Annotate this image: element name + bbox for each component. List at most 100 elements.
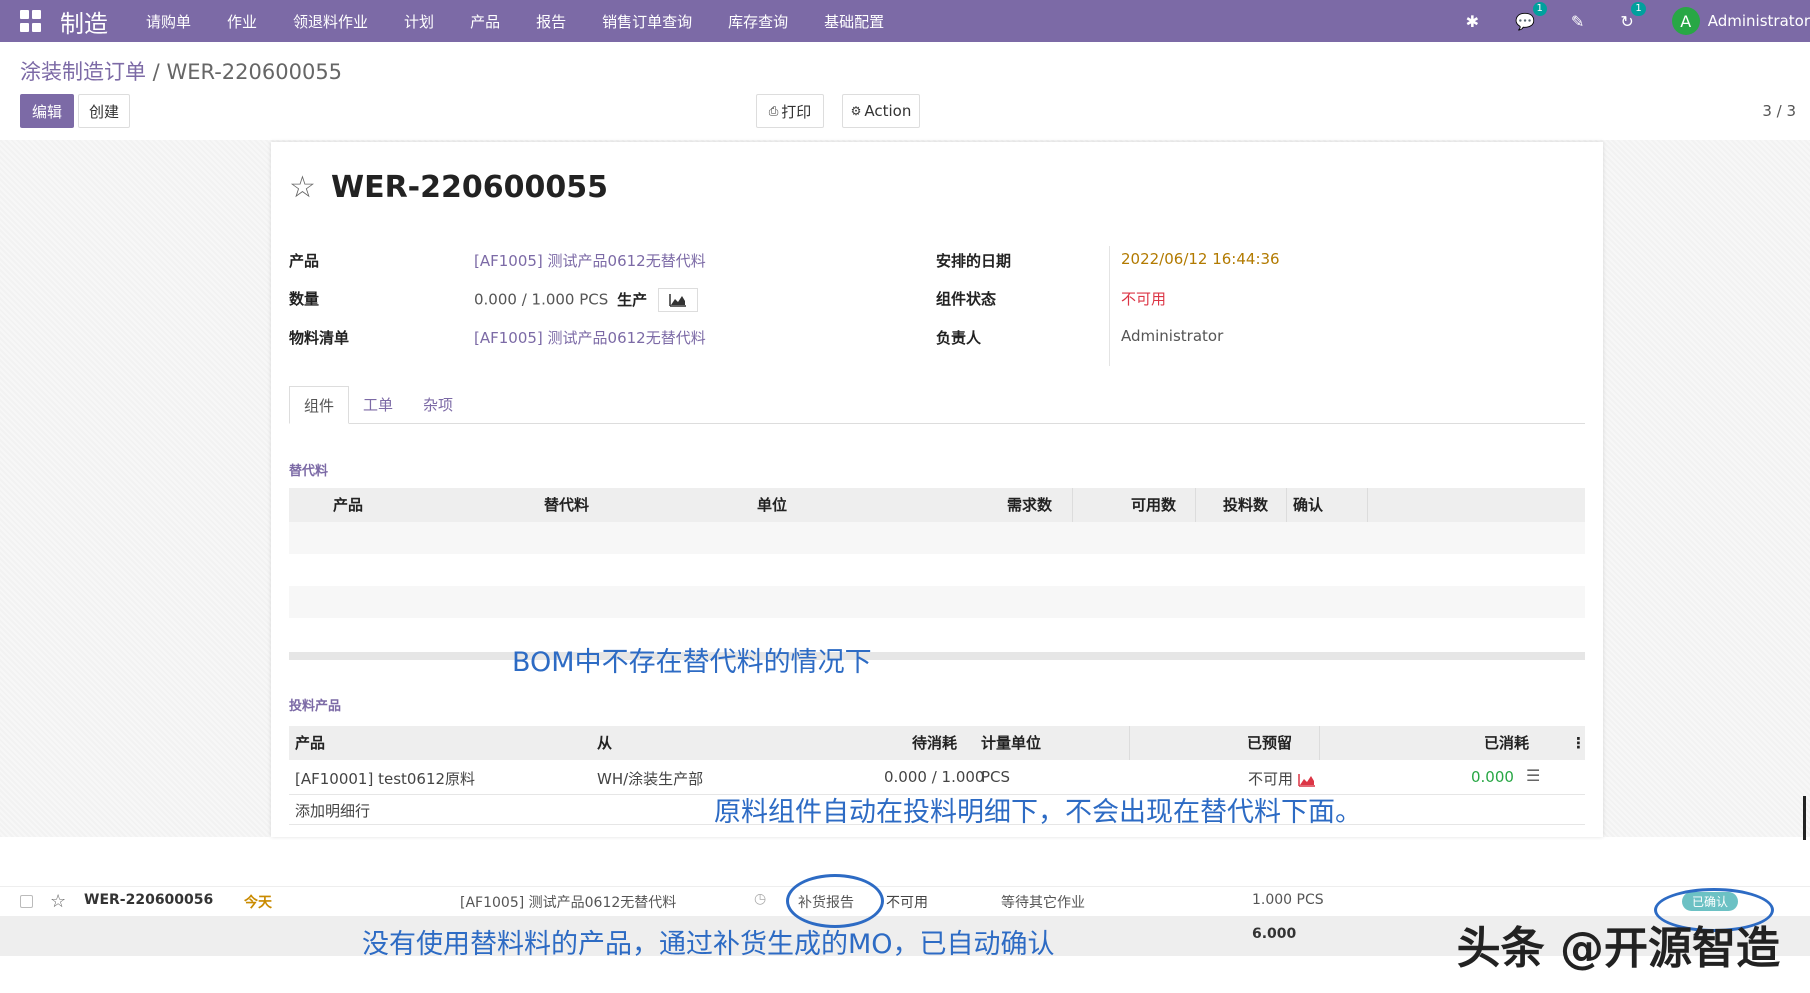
field-scheduled-date-value[interactable]: 2022/06/12 16:44:36 xyxy=(1121,250,1280,268)
clock-icon: ◷ xyxy=(754,891,767,907)
raw-row-reserved: 不可用 xyxy=(1248,768,1316,789)
field-label-component-status: 组件状态 xyxy=(936,290,997,308)
tab-work-orders[interactable]: 工单 xyxy=(349,386,407,424)
print-button[interactable]: ⎙ 打印 xyxy=(756,94,824,128)
field-divider xyxy=(1109,246,1110,366)
field-product-value[interactable]: [AF1005] 测试产品0612无替代料 xyxy=(474,250,706,271)
menu-item-purchase-request[interactable]: 请购单 xyxy=(128,11,209,32)
field-label-scheduled-date: 安排的日期 xyxy=(936,252,1012,270)
menu-item-planning[interactable]: 计划 xyxy=(386,11,452,32)
print-label: 打印 xyxy=(781,102,812,121)
pager-value[interactable]: 3 / 3 xyxy=(1762,102,1796,120)
produce-label: 生产 xyxy=(617,290,648,309)
raw-row-from[interactable]: WH/涂装生产部 xyxy=(597,768,703,789)
col-issue-qty[interactable]: 投料数 xyxy=(1223,488,1268,522)
edge-mark xyxy=(1803,796,1806,840)
col-substitute[interactable]: 替代料 xyxy=(544,488,589,522)
record-title: WER-220600055 xyxy=(331,170,609,205)
avatar[interactable]: A xyxy=(1671,7,1700,35)
field-label-product: 产品 xyxy=(289,252,320,270)
col-uom[interactable]: 单位 xyxy=(757,488,787,522)
form-sheet: ☆ WER-220600055 产品 [AF1005] 测试产品0612无替代料… xyxy=(271,142,1603,837)
field-quantity-group: 0.000 / 1.000 PCS 生产 xyxy=(474,288,698,312)
col-available[interactable]: 可用数 xyxy=(1131,488,1176,522)
field-responsible-value[interactable]: Administrator xyxy=(1121,327,1223,345)
menu-item-operations[interactable]: 作业 xyxy=(209,11,275,32)
menu-item-sales-orders[interactable]: 销售订单查询 xyxy=(584,11,710,32)
action-button[interactable]: ⚙ Action xyxy=(842,94,920,128)
field-label-bom: 物料清单 xyxy=(289,329,350,347)
col-raw-reserved[interactable]: 已预留 xyxy=(1247,726,1292,760)
breadcrumb: 涂装制造订单 / WER-220600055 xyxy=(20,56,342,86)
column-separator xyxy=(1286,488,1287,522)
raw-section-label: 投料产品 xyxy=(289,699,342,714)
edit-note-icon[interactable]: ✎ xyxy=(1571,12,1584,31)
column-separator xyxy=(1195,488,1196,522)
field-bom-value[interactable]: [AF1005] 测试产品0612无替代料 xyxy=(474,327,706,348)
tab-misc[interactable]: 杂项 xyxy=(409,386,467,424)
apps-grid-icon[interactable] xyxy=(20,10,42,32)
navbar-systray: ✱ 💬 1 ✎ ↻ 1 A Administrator xyxy=(1448,0,1810,42)
column-options-icon[interactable]: ⋮ xyxy=(1571,726,1586,760)
origin-highlight-circle xyxy=(786,874,884,928)
area-chart-icon xyxy=(669,293,686,307)
column-separator xyxy=(1367,488,1368,522)
col-raw-from[interactable]: 从 xyxy=(597,726,612,760)
annotation-replenish-mo: 没有使用替料料的产品，通过补货生成的MO，已自动确认 xyxy=(362,929,1055,960)
raw-row-consumed[interactable]: 0.000 xyxy=(1471,768,1514,786)
menu-item-reports[interactable]: 报告 xyxy=(518,11,584,32)
annotation-raw-auto: 原料组件自动在投料明细下，不会出现在替代料下面。 xyxy=(714,797,1362,828)
list-row-status-text: 等待其它作业 xyxy=(1001,895,1085,911)
annotation-no-substitute: BOM中不存在替代料的情况下 xyxy=(512,647,872,678)
raw-table-header: 产品 从 待消耗 计量单位 已预留 已消耗 ⋮ xyxy=(289,726,1586,760)
star-icon[interactable]: ☆ xyxy=(289,170,316,205)
menu-item-config[interactable]: 基础配置 xyxy=(806,11,902,32)
raw-row-to-consume[interactable]: 0.000 / 1.000 xyxy=(884,768,984,786)
add-line-link[interactable]: 添加明细行 xyxy=(295,800,370,821)
breadcrumb-current: WER-220600055 xyxy=(166,60,343,84)
empty-row xyxy=(289,522,1585,554)
list-row-product: [AF1005] 测试产品0612无替代料 xyxy=(460,895,677,911)
row-checkbox[interactable] xyxy=(20,895,33,908)
field-component-status-value: 不可用 xyxy=(1121,290,1167,308)
edit-button[interactable]: 编辑 xyxy=(20,94,74,128)
gear-icon: ⚙ xyxy=(850,104,862,118)
col-raw-product[interactable]: 产品 xyxy=(295,726,325,760)
create-button[interactable]: 创建 xyxy=(78,94,130,128)
user-menu[interactable]: Administrator xyxy=(1708,12,1810,30)
notebook-tabs: 组件 工单 杂项 xyxy=(289,386,1585,424)
activity-icon[interactable]: ↻ 1 xyxy=(1620,1,1646,31)
menu-item-material-issue[interactable]: 领退料作业 xyxy=(275,11,386,32)
menu-item-products[interactable]: 产品 xyxy=(452,11,518,32)
area-chart-icon[interactable] xyxy=(1298,773,1316,787)
col-raw-uom[interactable]: 计量单位 xyxy=(981,726,1041,760)
col-demand[interactable]: 需求数 xyxy=(1007,488,1052,522)
col-product[interactable]: 产品 xyxy=(333,488,363,522)
star-icon[interactable]: ☆ xyxy=(50,891,66,912)
app-brand[interactable]: 制造 xyxy=(60,4,108,39)
empty-row xyxy=(289,586,1585,618)
list-total: 6.000 xyxy=(1252,926,1297,942)
empty-row xyxy=(289,554,1585,586)
col-confirm[interactable]: 确认 xyxy=(1293,488,1323,522)
printer-icon: ⎙ xyxy=(768,103,779,118)
detail-list-icon[interactable]: ☰ xyxy=(1526,766,1540,785)
section-divider xyxy=(289,652,1585,660)
field-label-quantity: 数量 xyxy=(289,290,320,308)
produce-chart-button[interactable] xyxy=(657,288,698,312)
col-raw-consumed[interactable]: 已消耗 xyxy=(1484,726,1529,760)
menu-item-inventory[interactable]: 库存查询 xyxy=(710,11,806,32)
raw-row-product[interactable]: [AF10001] test0612原料 xyxy=(295,768,475,789)
tab-components[interactable]: 组件 xyxy=(289,386,350,424)
raw-row-reserved-value: 不可用 xyxy=(1248,770,1294,788)
messages-icon[interactable]: 💬 1 xyxy=(1515,1,1547,31)
col-raw-to-consume[interactable]: 待消耗 xyxy=(912,726,957,760)
action-label: Action xyxy=(864,102,912,120)
bug-icon[interactable]: ✱ xyxy=(1466,12,1479,31)
raw-row-uom[interactable]: PCS xyxy=(981,768,1010,786)
top-navbar: 制造 请购单 作业 领退料作业 计划 产品 报告 销售订单查询 库存查询 基础配… xyxy=(0,0,1810,42)
breadcrumb-parent-link[interactable]: 涂装制造订单 xyxy=(20,60,146,84)
partial-list-row xyxy=(0,840,1810,850)
main-menu: 请购单 作业 领退料作业 计划 产品 报告 销售订单查询 库存查询 基础配置 xyxy=(128,11,902,32)
field-label-responsible: 负责人 xyxy=(936,329,982,347)
